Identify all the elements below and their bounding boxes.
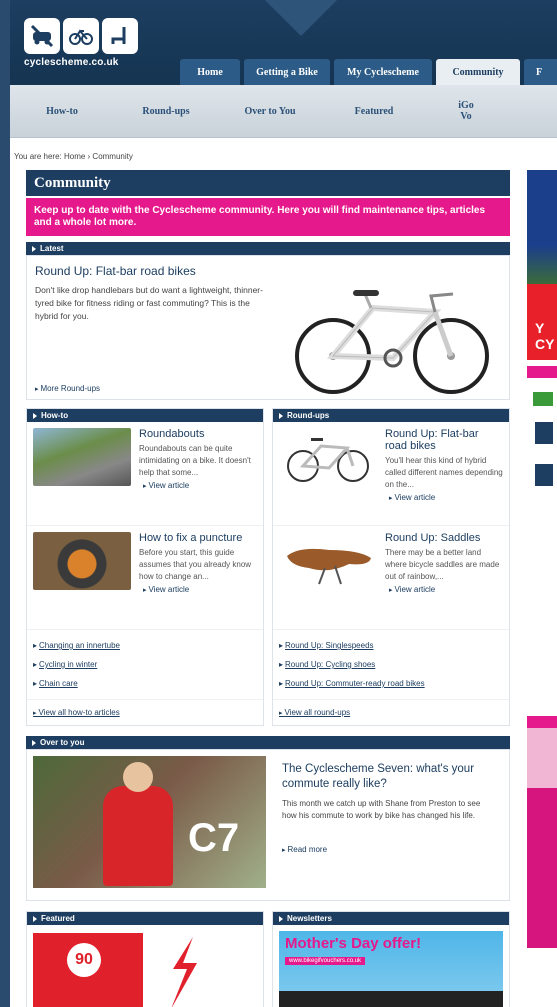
roundabout-thumbnail[interactable] xyxy=(33,428,131,486)
list-item: Round Up: Flat-bar road bikes You'll hea… xyxy=(273,422,509,526)
howto-heading: How-to xyxy=(27,409,263,422)
roundups-links: Round Up: Singlespeeds Round Up: Cycling… xyxy=(273,630,509,700)
subnav-igo[interactable]: iGo Vo xyxy=(426,100,506,122)
featured-newsletters-row: Featured 90 Newsletters Mother's Day off… xyxy=(26,911,510,1007)
roundup-link[interactable]: Round Up: Cycling shoes xyxy=(279,655,503,674)
roundup-link[interactable]: Round Up: Singlespeeds xyxy=(279,636,503,655)
puncture-thumbnail[interactable] xyxy=(33,532,131,590)
subnav-round-ups[interactable]: Round-ups xyxy=(114,106,218,117)
logo-text: cyclescheme.co.uk xyxy=(24,57,119,68)
ad-text-y: Y xyxy=(535,320,545,336)
over-desc: This month we catch up with Shane from P… xyxy=(282,799,481,820)
page: cyclescheme.co.uk Home Getting a Bike My… xyxy=(10,0,557,1007)
specialized-logo-icon[interactable] xyxy=(163,933,203,1007)
community-intro: Keep up to date with the Cyclescheme com… xyxy=(26,198,510,236)
howto-links: Changing an innertube Cycling in winter … xyxy=(27,630,263,700)
logo[interactable]: cyclescheme.co.uk xyxy=(24,18,138,68)
article-desc: Roundabouts can be quite intimidating on… xyxy=(139,444,251,477)
article-title[interactable]: How to fix a puncture xyxy=(139,532,257,544)
article-title[interactable]: Round Up: Flat-bar road bikes xyxy=(385,428,503,452)
howto-link[interactable]: Changing an innertube xyxy=(33,636,257,655)
tab-more[interactable]: F xyxy=(524,59,557,85)
latest-heading: Latest xyxy=(26,242,510,255)
mothers-day-banner[interactable]: Mother's Day offer! www.bikegifvouchers.… xyxy=(279,931,503,1007)
sub-navigation: How-to Round-ups Over to You Featured iG… xyxy=(10,85,557,138)
ninety-day-badge: 90 xyxy=(67,943,101,977)
howto-link[interactable]: Cycling in winter xyxy=(33,655,257,674)
latest-desc: Don't like drop handlebars but do want a… xyxy=(35,285,263,321)
offer-url: www.bikegifvouchers.co.uk xyxy=(285,957,366,965)
roundups-heading: Round-ups xyxy=(273,409,509,422)
ad-text-cy: CY xyxy=(535,336,555,352)
bike-thumbnail[interactable] xyxy=(279,428,377,486)
view-article-link[interactable]: View article xyxy=(389,585,503,594)
article-desc: You'll hear this kind of hybrid called d… xyxy=(385,456,503,489)
roundups-column: Round-ups Round Up: Flat-bar road bikes … xyxy=(272,408,510,726)
view-article-link[interactable]: View article xyxy=(389,493,503,502)
list-item: Round Up: Saddles There may be a better … xyxy=(273,526,509,630)
over-title[interactable]: The Cyclescheme Seven: what's your commu… xyxy=(282,762,502,792)
article-desc: There may be a better land where bicycle… xyxy=(385,548,500,581)
sidebar-ad[interactable]: Y CY xyxy=(527,170,557,360)
featured-column: Featured 90 xyxy=(26,911,264,1007)
subnav-featured[interactable]: Featured xyxy=(322,106,426,117)
latest-section: Latest Round Up: Flat-bar road bikes Don… xyxy=(26,242,510,400)
featured-heading: Featured xyxy=(27,912,263,925)
bike-icon xyxy=(63,18,99,54)
cyclist-photo[interactable]: C7 xyxy=(33,756,266,888)
article-desc: Before you start, this guide assumes tha… xyxy=(139,548,252,581)
howto-link[interactable]: Chain care xyxy=(33,674,257,693)
main-content: Community Keep up to date with the Cycle… xyxy=(26,170,510,1007)
view-article-link[interactable]: View article xyxy=(143,481,257,490)
page-title: Community xyxy=(26,170,510,196)
article-title[interactable]: Roundabouts xyxy=(139,428,257,440)
list-item: Roundabouts Roundabouts can be quite int… xyxy=(27,422,263,526)
newsletters-column: Newsletters Mother's Day offer! www.bike… xyxy=(272,911,510,1007)
list-item: How to fix a puncture Before you start, … xyxy=(27,526,263,630)
right-sidebar: Y CY xyxy=(527,170,557,1007)
read-more-link[interactable]: Read more xyxy=(282,845,327,854)
featured-red-banner[interactable]: 90 xyxy=(33,933,143,1007)
c7-badge: C7 xyxy=(188,816,240,860)
tab-community[interactable]: Community xyxy=(436,59,520,85)
more-roundups-link[interactable]: More Round-ups xyxy=(35,384,100,393)
tab-getting-a-bike[interactable]: Getting a Bike xyxy=(244,59,330,85)
header: cyclescheme.co.uk Home Getting a Bike My… xyxy=(10,0,557,85)
view-all-roundups-link[interactable]: View all round-ups xyxy=(273,700,509,725)
view-all-howto-link[interactable]: View all how-to articles xyxy=(27,700,263,725)
tab-my-cyclescheme[interactable]: My Cyclescheme xyxy=(334,59,432,85)
header-notch xyxy=(265,0,337,36)
breadcrumb: You are here: Home › Community xyxy=(14,152,133,161)
no-car-icon xyxy=(24,18,60,54)
newsletters-heading: Newsletters xyxy=(273,912,509,925)
roundup-link[interactable]: Round Up: Commuter-ready road bikes xyxy=(279,674,503,693)
chair-icon xyxy=(102,18,138,54)
latest-title[interactable]: Round Up: Flat-bar road bikes xyxy=(35,264,196,278)
over-heading: Over to you xyxy=(26,736,510,749)
tab-home[interactable]: Home xyxy=(180,59,240,85)
howto-column: How-to Roundabouts Roundabouts can be qu… xyxy=(26,408,264,726)
subnav-over-to-you[interactable]: Over to You xyxy=(218,106,322,117)
howto-roundups-row: How-to Roundabouts Roundabouts can be qu… xyxy=(26,408,510,726)
offer-title: Mother's Day offer! xyxy=(285,935,422,952)
over-to-you-section: Over to you C7 The Cyclescheme Seven: wh… xyxy=(26,736,510,901)
saddle-thumbnail[interactable] xyxy=(279,532,377,590)
subnav-how-to[interactable]: How-to xyxy=(10,106,114,117)
main-tabs: Home Getting a Bike My Cyclescheme Commu… xyxy=(180,59,557,85)
view-article-link[interactable]: View article xyxy=(143,585,257,594)
bike-image[interactable] xyxy=(285,278,499,394)
article-title[interactable]: Round Up: Saddles xyxy=(385,532,503,544)
